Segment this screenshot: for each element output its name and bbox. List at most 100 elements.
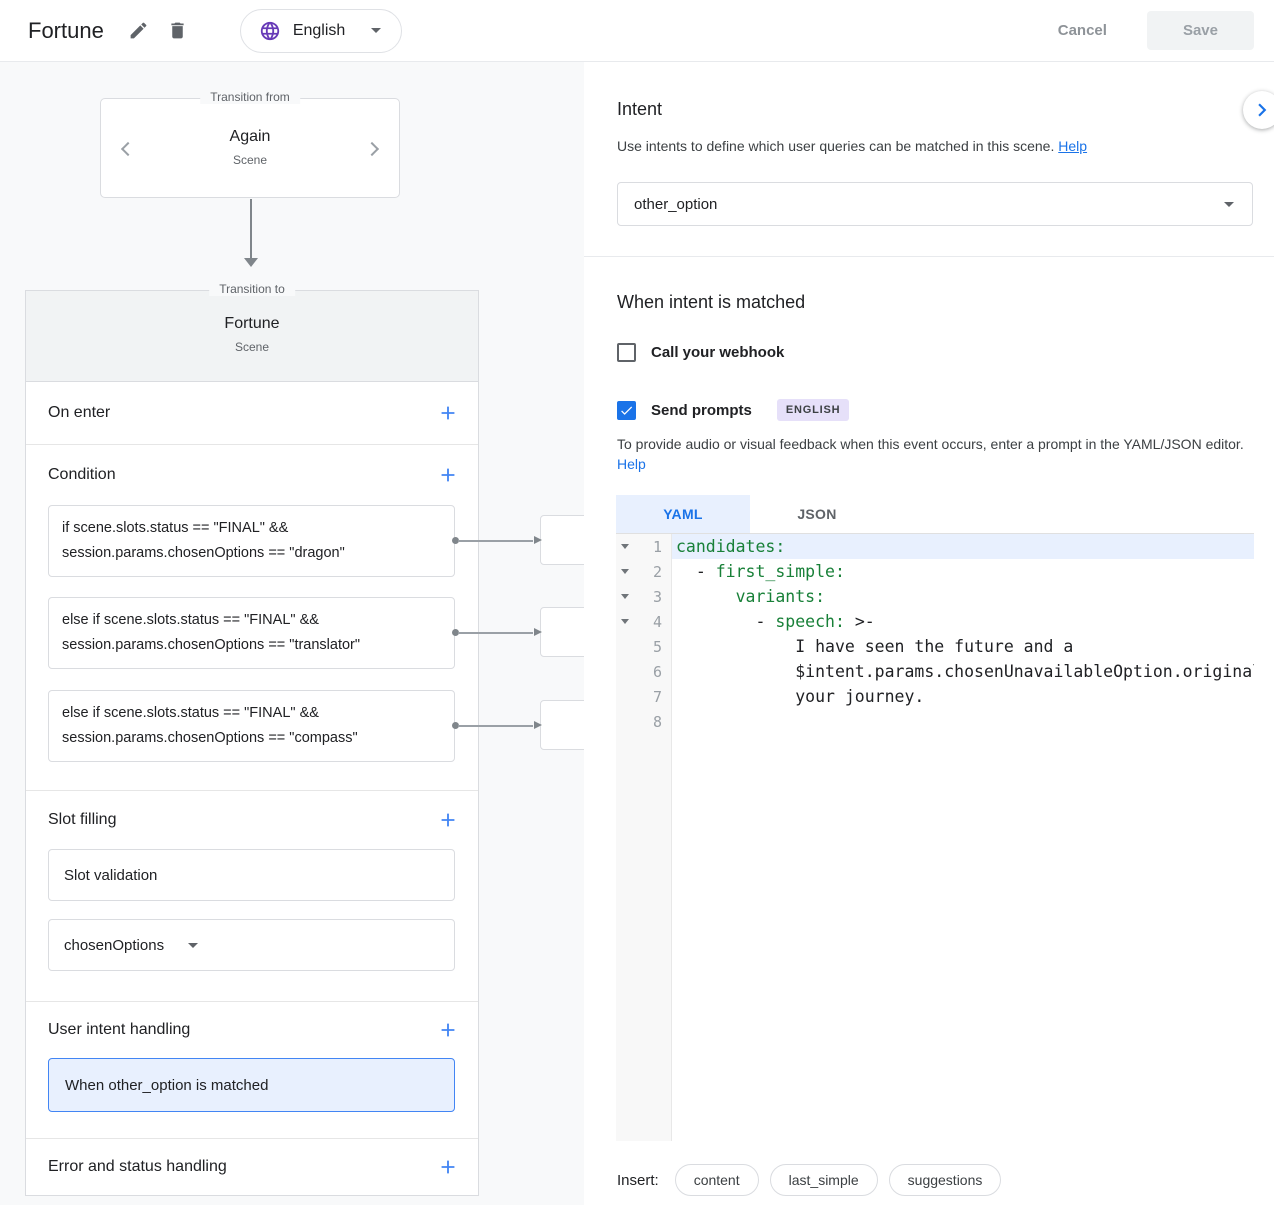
line-number: 8 [633, 713, 662, 731]
add-on-enter-button[interactable] [437, 402, 459, 424]
insert-last-simple-button[interactable]: last_simple [770, 1164, 878, 1196]
fold-arrow-icon[interactable] [621, 544, 633, 549]
slot-validation-box[interactable]: Slot validation [48, 849, 455, 901]
send-prompts-checkbox-row[interactable]: Send prompts ENGLISH [617, 399, 849, 421]
code-token: $intent.params.chosenUnavailableOption.o… [676, 662, 1254, 681]
scene-type: Scene [26, 340, 478, 354]
send-prompts-checkbox[interactable] [617, 401, 636, 420]
condition-box[interactable]: if scene.slots.status == "FINAL" && sess… [48, 505, 455, 577]
intent-panel-title: Intent [617, 99, 662, 120]
delete-scene-button[interactable] [167, 20, 188, 41]
gutter-line: 8 [616, 709, 671, 734]
editor-code-area[interactable]: candidates: - first_simple: variants: - … [672, 534, 1254, 1141]
language-selector[interactable]: English [240, 9, 402, 53]
intent-handler-box-selected[interactable]: When other_option is matched [48, 1058, 455, 1112]
condition-line: if scene.slots.status == "FINAL" && [62, 516, 441, 541]
condition-connector-arrow [452, 721, 542, 730]
yaml-key-token: variants: [736, 587, 825, 606]
chevron-right-icon [1249, 97, 1274, 123]
transition-arrow-line [250, 199, 252, 259]
insert-content-button[interactable]: content [675, 1164, 759, 1196]
add-condition-button[interactable] [437, 464, 459, 486]
save-button[interactable]: Save [1147, 11, 1254, 50]
edit-title-button[interactable] [128, 20, 149, 41]
condition-line: else if scene.slots.status == "FINAL" && [62, 608, 441, 633]
line-number: 1 [633, 538, 662, 556]
insert-toolbar: Insert: content last_simple suggestions [617, 1164, 1001, 1196]
line-number: 7 [633, 688, 662, 706]
error-handling-label: Error and status handling [48, 1158, 227, 1176]
intent-handler-label: When other_option is matched [65, 1077, 268, 1094]
section-user-intent: User intent handling When other_option i… [26, 1002, 478, 1139]
transition-target-box[interactable] [540, 607, 584, 657]
code-line[interactable]: candidates: [672, 534, 1254, 559]
code-token: your journey. [676, 687, 924, 706]
slot-chosen-options-box[interactable]: chosenOptions [48, 919, 455, 971]
globe-icon [259, 20, 281, 42]
slot-name: chosenOptions [64, 937, 164, 954]
editor-tabs: YAML JSON [616, 495, 884, 533]
code-line[interactable]: $intent.params.chosenUnavailableOption.o… [672, 659, 1254, 684]
transition-from-card[interactable]: Transition from Again Scene [100, 98, 400, 198]
line-number: 4 [633, 613, 662, 631]
condition-line: session.params.chosenOptions == "dragon" [62, 541, 441, 566]
plus-icon [437, 1156, 459, 1178]
add-intent-handler-button[interactable] [437, 1019, 459, 1041]
line-number: 3 [633, 588, 662, 606]
yaml-key-token: speech: [775, 612, 845, 631]
code-line[interactable]: - speech: >- [672, 609, 1254, 634]
gutter-line: 5 [616, 634, 671, 659]
code-token: >- [845, 612, 875, 631]
condition-line: session.params.chosenOptions == "transla… [62, 633, 441, 658]
insert-label: Insert: [617, 1172, 659, 1189]
top-bar: Fortune English Cancel Save [0, 0, 1274, 62]
insert-suggestions-button[interactable]: suggestions [889, 1164, 1002, 1196]
yaml-editor[interactable]: 12345678 candidates: - first_simple: var… [616, 533, 1254, 1141]
gutter-line: 1 [616, 534, 671, 559]
scene-name: Fortune [26, 315, 478, 333]
cancel-button[interactable]: Cancel [1058, 22, 1107, 39]
plus-icon [437, 464, 459, 486]
webhook-checkbox[interactable] [617, 343, 636, 362]
code-token: I have seen the future and a [676, 637, 1073, 656]
transition-from-name: Again [101, 128, 399, 146]
help-link[interactable]: Help [617, 456, 646, 472]
code-line[interactable]: variants: [672, 584, 1254, 609]
yaml-key-token: candidates: [676, 537, 785, 556]
fold-arrow-icon[interactable] [621, 594, 633, 599]
intent-detail-panel: Intent Use intents to define which user … [584, 62, 1274, 1205]
condition-box[interactable]: else if scene.slots.status == "FINAL" &&… [48, 690, 455, 762]
tab-json[interactable]: JSON [750, 495, 884, 533]
section-condition: Condition if scene.slots.status == "FINA… [26, 445, 478, 791]
help-link[interactable]: Help [1058, 138, 1087, 154]
add-error-handler-button[interactable] [437, 1156, 459, 1178]
pencil-icon [128, 20, 149, 41]
scene-canvas: Transition from Again Scene Transition t… [0, 62, 584, 1205]
plus-icon [437, 1019, 459, 1041]
collapse-panel-button[interactable] [1243, 91, 1274, 129]
transition-target-box[interactable] [540, 700, 584, 750]
page-title: Fortune [28, 18, 104, 44]
code-line[interactable] [672, 709, 1254, 734]
transition-target-box[interactable] [540, 515, 584, 565]
code-line[interactable]: I have seen the future and a [672, 634, 1254, 659]
add-slot-button[interactable] [437, 809, 459, 831]
scene-card: Transition to Fortune Scene On enter Con… [25, 290, 479, 1196]
fold-arrow-icon[interactable] [621, 619, 633, 624]
webhook-checkbox-row[interactable]: Call your webhook [617, 343, 784, 362]
section-on-enter: On enter [26, 382, 478, 445]
code-line[interactable]: your journey. [672, 684, 1254, 709]
transition-to-label: Transition to [209, 282, 295, 296]
panel-divider [584, 256, 1274, 257]
condition-box[interactable]: else if scene.slots.status == "FINAL" &&… [48, 597, 455, 669]
intent-select[interactable]: other_option [617, 182, 1253, 226]
condition-connector-arrow [452, 628, 542, 637]
slot-validation-label: Slot validation [64, 867, 157, 884]
scene-card-header: Fortune Scene [26, 291, 478, 382]
tab-yaml[interactable]: YAML [616, 495, 750, 533]
fold-arrow-icon[interactable] [621, 569, 633, 574]
trash-icon [167, 20, 188, 41]
prompts-description: To provide audio or visual feedback when… [617, 434, 1251, 474]
code-line[interactable]: - first_simple: [672, 559, 1254, 584]
gutter-line: 6 [616, 659, 671, 684]
